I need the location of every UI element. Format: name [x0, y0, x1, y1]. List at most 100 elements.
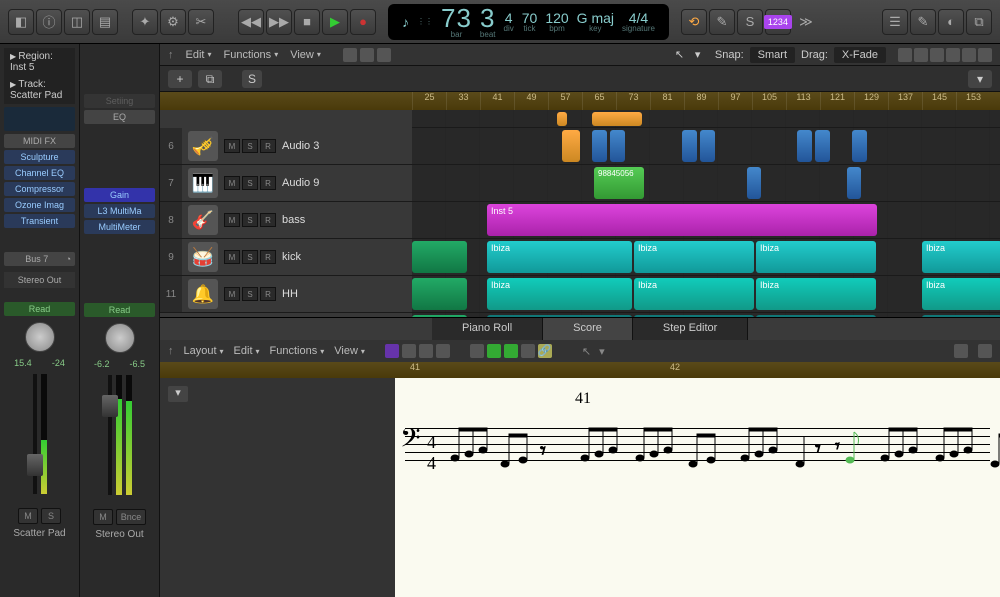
automation-mode[interactable]: Read: [84, 303, 155, 317]
instrument-slot[interactable]: Sculpture: [4, 150, 75, 164]
score-sheet[interactable]: 41 𝄢 44: [395, 378, 1000, 597]
track-icon[interactable]: 🥁: [188, 242, 218, 272]
back-icon[interactable]: ↑: [168, 345, 174, 357]
tb-icon[interactable]: [898, 48, 912, 62]
region[interactable]: [557, 112, 567, 126]
region[interactable]: Big Room: [634, 315, 754, 317]
back-icon[interactable]: ↑: [168, 49, 174, 61]
eq-slot[interactable]: EQ: [84, 110, 155, 124]
region-selected[interactable]: Inst 5: [487, 204, 877, 236]
region[interactable]: [852, 130, 867, 162]
plugin-slot[interactable]: MultiMeter: [84, 220, 155, 234]
view-mode-icon[interactable]: [436, 344, 450, 358]
track-icon[interactable]: 🎺: [188, 131, 218, 161]
region[interactable]: [747, 167, 761, 199]
tab-score[interactable]: Score: [543, 318, 633, 340]
edit-menu[interactable]: Edit: [186, 49, 212, 61]
region[interactable]: [682, 130, 697, 162]
region[interactable]: [562, 130, 580, 162]
volume-fader[interactable]: [33, 374, 37, 494]
region[interactable]: Ibiza: [922, 241, 1000, 273]
replace-icon[interactable]: ✎: [709, 9, 735, 35]
rec-button[interactable]: R: [260, 139, 276, 153]
mute-button[interactable]: M: [224, 213, 240, 227]
tab-step-editor[interactable]: Step Editor: [633, 318, 748, 340]
region[interactable]: Ibiza: [922, 278, 1000, 310]
pan-knob[interactable]: [25, 322, 55, 352]
mute-button[interactable]: M: [93, 509, 113, 525]
tool-icon[interactable]: [470, 344, 484, 358]
midi-out-icon[interactable]: [504, 344, 518, 358]
layout-menu[interactable]: Layout: [184, 345, 224, 357]
region[interactable]: [412, 241, 467, 273]
zoom-icon[interactable]: [954, 344, 968, 358]
smart-controls-icon[interactable]: ✦: [132, 9, 158, 35]
stop-icon[interactable]: ■: [294, 9, 320, 35]
solo-icon[interactable]: S: [737, 9, 763, 35]
send-slot[interactable]: Bus 7 ◔: [4, 252, 75, 266]
global-solo-button[interactable]: S: [242, 70, 262, 88]
tool-icon[interactable]: ▾: [695, 48, 709, 62]
region[interactable]: [412, 315, 467, 317]
tool-icon[interactable]: ⚙: [160, 9, 186, 35]
region[interactable]: 98845056: [594, 167, 644, 199]
inspector-icon[interactable]: ⓘ: [36, 9, 62, 35]
play-icon[interactable]: ▶: [322, 9, 348, 35]
functions-menu[interactable]: Functions: [223, 49, 278, 61]
track-header[interactable]: 8 🎸 MSR bass: [160, 202, 412, 238]
region[interactable]: Ibiza: [634, 278, 754, 310]
mute-button[interactable]: M: [224, 250, 240, 264]
view-mode-icon[interactable]: [402, 344, 416, 358]
pointer-tool-icon[interactable]: ↖: [582, 345, 591, 358]
track-header[interactable]: 11 🔔 MSR HH: [160, 276, 412, 312]
snap-select[interactable]: Smart: [750, 47, 795, 63]
midi-in-icon[interactable]: [487, 344, 501, 358]
timeline-ruler[interactable]: 2533414957657381899710511312112913714515…: [160, 92, 1000, 110]
drag-select[interactable]: X-Fade: [834, 47, 886, 63]
mute-button[interactable]: M: [18, 508, 38, 524]
record-icon[interactable]: ●: [350, 9, 376, 35]
track-header[interactable]: 6 🎺 MSR Audio 3: [160, 128, 412, 164]
track-icon[interactable]: 🔔: [188, 279, 218, 309]
region[interactable]: Ibiza: [487, 241, 632, 273]
region[interactable]: Big Room: [756, 315, 876, 317]
bounce-button[interactable]: Bnce: [116, 509, 146, 525]
region[interactable]: Ibiza: [634, 241, 754, 273]
part-select[interactable]: ▾: [168, 386, 188, 402]
region[interactable]: Big Room: [922, 315, 1000, 317]
view-mode-icon[interactable]: [419, 344, 433, 358]
lcd-display[interactable]: ♪ ⋮⋮ 73bar 3beat 4div 70tick 120bpm G ma…: [388, 4, 669, 40]
view-mode-icon[interactable]: [385, 344, 399, 358]
rewind-icon[interactable]: ◀◀: [238, 9, 264, 35]
region[interactable]: [815, 130, 830, 162]
region[interactable]: Ibiza: [756, 278, 876, 310]
tab-piano-roll[interactable]: Piano Roll: [432, 318, 543, 340]
tb-icon[interactable]: [914, 48, 928, 62]
tool-icon[interactable]: [521, 344, 535, 358]
solo-button[interactable]: S: [242, 287, 258, 301]
plugin-slot[interactable]: Ozone Imag: [4, 198, 75, 212]
duplicate-track-button[interactable]: ⧉: [198, 70, 222, 88]
notes-icon[interactable]: ✎: [910, 9, 936, 35]
solo-button[interactable]: S: [242, 176, 258, 190]
solo-button[interactable]: S: [242, 213, 258, 227]
tb-icon[interactable]: [360, 48, 374, 62]
scissors-icon[interactable]: ✂: [188, 9, 214, 35]
region[interactable]: Big Room: [487, 315, 632, 317]
track-header[interactable]: 9 🥁 MSR kick: [160, 239, 412, 275]
library-icon[interactable]: ◧: [8, 9, 34, 35]
cycle-icon[interactable]: ⟲: [681, 9, 707, 35]
link-icon[interactable]: 🔗: [538, 344, 552, 358]
region[interactable]: [797, 130, 812, 162]
region-header[interactable]: Region: Inst 5: [4, 48, 75, 76]
track-icon[interactable]: 🎸: [188, 205, 218, 235]
plugin-slot[interactable]: Channel EQ: [4, 166, 75, 180]
browser-icon[interactable]: ⧉: [966, 9, 992, 35]
tb-icon[interactable]: [946, 48, 960, 62]
region[interactable]: [847, 167, 861, 199]
tb-icon[interactable]: [343, 48, 357, 62]
loops-icon[interactable]: ◐: [938, 9, 964, 35]
region[interactable]: [700, 130, 715, 162]
solo-button[interactable]: S: [41, 508, 61, 524]
options-button[interactable]: ▾: [968, 70, 992, 88]
